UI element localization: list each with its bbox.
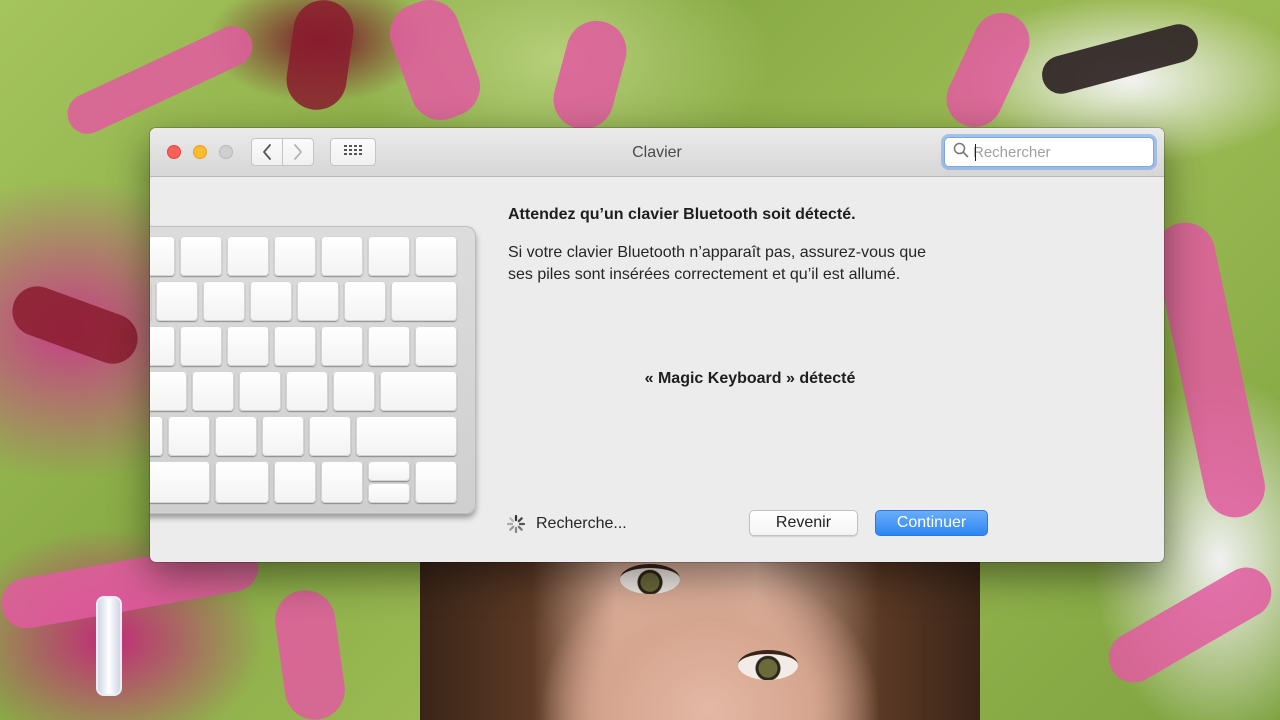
keyboard-key — [309, 416, 351, 456]
instruction-text: Si votre clavier Bluetooth n’apparaît pa… — [508, 242, 988, 286]
keyboard-key — [368, 461, 410, 481]
search-icon — [945, 142, 969, 163]
loading-spinner-icon — [506, 514, 526, 539]
keyboard-key — [333, 371, 375, 411]
preferences-window: Clavier Rechercher Attendez qu’un clavie… — [150, 128, 1164, 562]
keyboard-key — [321, 236, 363, 276]
keyboard-key — [297, 281, 339, 321]
instruction-heading: Attendez qu’un clavier Bluetooth soit dé… — [508, 206, 856, 223]
continue-button[interactable]: Continuer — [875, 510, 988, 536]
keyboard-key — [150, 326, 175, 366]
keyboard-key — [215, 461, 269, 503]
keyboard-key — [321, 461, 363, 503]
photo-eye — [738, 650, 798, 680]
detected-device-label: « Magic Keyboard » détecté — [644, 370, 856, 387]
instruction-line: ses piles sont insérées correctement et … — [508, 266, 901, 283]
keyboard-key — [180, 236, 222, 276]
keyboard-key — [368, 236, 410, 276]
keyboard-key — [192, 371, 234, 411]
keyboard-illustration — [150, 226, 476, 514]
search-status-text: Recherche... — [536, 515, 627, 532]
keyboard-key — [150, 416, 163, 456]
text-caret — [975, 144, 976, 161]
keyboard-key — [168, 416, 210, 456]
keyboard-key — [156, 281, 198, 321]
keyboard-key — [274, 326, 316, 366]
keyboard-key — [415, 326, 457, 366]
keyboard-key — [321, 326, 363, 366]
keyboard-key — [227, 326, 269, 366]
keyboard-key — [180, 326, 222, 366]
background-photo — [420, 560, 980, 720]
side-widget — [96, 596, 122, 696]
keyboard-key — [150, 371, 187, 411]
photo-eye — [620, 564, 680, 594]
keyboard-key — [391, 281, 457, 321]
keyboard-key — [150, 281, 151, 321]
keyboard-key — [274, 236, 316, 276]
keyboard-key — [215, 416, 257, 456]
title-bar: Clavier — [150, 128, 1164, 177]
keyboard-key — [368, 483, 410, 503]
keyboard-key — [286, 371, 328, 411]
keyboard-key — [150, 236, 175, 276]
keyboard-key — [415, 236, 457, 276]
keyboard-key — [250, 281, 292, 321]
back-button[interactable]: Revenir — [749, 510, 858, 536]
instruction-line: Si votre clavier Bluetooth n’apparaît pa… — [508, 244, 927, 261]
keyboard-key — [203, 281, 245, 321]
keyboard-key — [227, 236, 269, 276]
keyboard-key — [262, 416, 304, 456]
keyboard-key — [380, 371, 457, 411]
keyboard-key — [356, 416, 457, 456]
search-input[interactable] — [973, 143, 1143, 161]
search-field[interactable] — [944, 137, 1154, 167]
keyboard-key — [239, 371, 281, 411]
keyboard-key — [274, 461, 316, 503]
keyboard-key — [344, 281, 386, 321]
keyboard-key — [415, 461, 457, 503]
keyboard-key — [150, 461, 210, 503]
keyboard-key — [368, 326, 410, 366]
